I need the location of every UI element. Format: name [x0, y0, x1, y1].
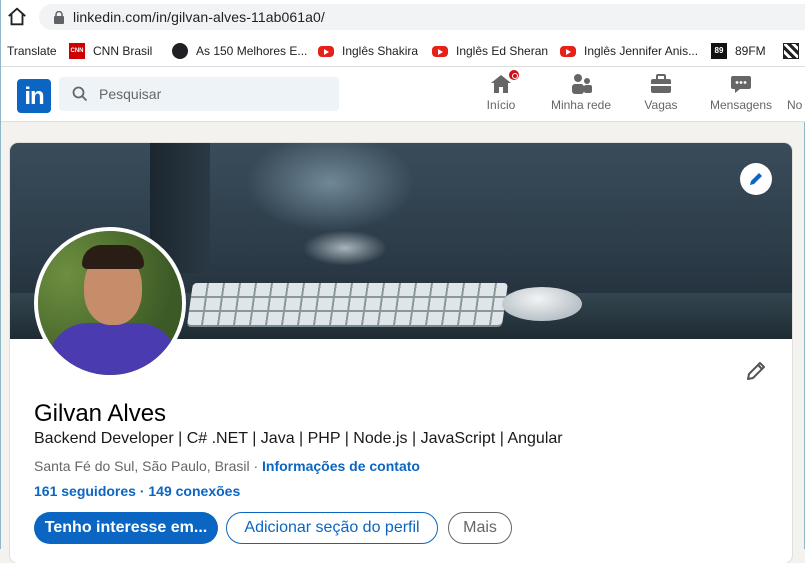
- home-icon: [489, 68, 521, 96]
- edit-profile-pencil-icon[interactable]: [744, 359, 768, 383]
- nav-messaging[interactable]: Mensagens: [709, 72, 773, 118]
- bookmark-label: Translate: [7, 44, 57, 58]
- search-box: [59, 77, 339, 111]
- nav-notifications[interactable]: No: [787, 72, 805, 118]
- bookmark-favicon-icon: [783, 43, 799, 59]
- address-bar[interactable]: linkedin.com/in/gilvan-alves-11ab061a0/: [39, 4, 805, 30]
- bookmark-cnn-brasil[interactable]: CNN CNN Brasil: [69, 40, 152, 62]
- followers-link[interactable]: 161 seguidores: [34, 483, 136, 499]
- radio-icon: 89: [711, 43, 727, 59]
- linkedin-logo[interactable]: in: [17, 79, 51, 113]
- nav-my-network[interactable]: Minha rede: [549, 72, 613, 118]
- youtube-icon: [318, 45, 334, 57]
- notification-badge: [507, 68, 521, 82]
- bookmark-translate[interactable]: Translate: [7, 40, 57, 62]
- search-icon: [72, 86, 88, 102]
- bookmark-ingles-shakira[interactable]: Inglês Shakira: [318, 40, 418, 62]
- bookmark-label: Inglês Jennifer Anis...: [584, 44, 699, 58]
- url-text: linkedin.com/in/gilvan-alves-11ab061a0/: [73, 9, 325, 25]
- more-button[interactable]: Mais: [448, 512, 512, 544]
- nav-label: Mensagens: [709, 98, 773, 112]
- profile-card: Gilvan Alves Backend Developer | C# .NET…: [10, 143, 792, 563]
- profile-name: Gilvan Alves: [34, 400, 167, 427]
- bookmark-label: Inglês Ed Sheran: [456, 44, 549, 58]
- profile-location: Santa Fé do Sul, São Paulo, Brasil: [34, 458, 250, 474]
- contact-info-link[interactable]: Informações de contato: [262, 458, 420, 474]
- stats-separator: ·: [135, 483, 149, 499]
- banner-mouse: [502, 287, 582, 321]
- cnn-icon: CNN: [69, 43, 85, 59]
- profile-photo[interactable]: [34, 227, 186, 379]
- bookmarks-bar: Translate CNN CNN Brasil As 150 Melhores…: [1, 36, 805, 67]
- bookmark-ingles-jennifer[interactable]: Inglês Jennifer Anis...: [560, 40, 698, 62]
- edit-banner-button[interactable]: [740, 163, 772, 195]
- bookmark-89fm[interactable]: 89 89FM: [711, 40, 766, 62]
- nav-jobs[interactable]: Vagas: [641, 72, 681, 118]
- home-icon[interactable]: [6, 6, 28, 28]
- profile-headline: Backend Developer | C# .NET | Java | PHP…: [34, 430, 563, 447]
- nav-label: Vagas: [644, 98, 678, 112]
- nav-home[interactable]: Início: [481, 68, 521, 118]
- banner-keyboard: [187, 283, 508, 325]
- youtube-icon: [560, 45, 576, 57]
- notifications-icon: [787, 72, 805, 96]
- profile-stats: 161 seguidores · 149 conexões: [34, 483, 240, 499]
- bookmark-extra[interactable]: [783, 40, 805, 62]
- nav-label: No: [787, 98, 803, 112]
- nav-label: Início: [486, 98, 516, 112]
- globe-icon: [172, 43, 188, 59]
- messaging-icon: [729, 72, 753, 96]
- open-to-button[interactable]: Tenho interesse em...: [34, 512, 218, 544]
- lock-icon: [54, 11, 64, 24]
- bookmark-150-melhores[interactable]: As 150 Melhores E...: [172, 40, 307, 62]
- browser-address-row: linkedin.com/in/gilvan-alves-11ab061a0/: [1, 0, 805, 36]
- connections-link[interactable]: 149 conexões: [148, 483, 240, 499]
- bookmark-label: Inglês Shakira: [342, 44, 419, 58]
- add-profile-section-button[interactable]: Adicionar seção do perfil: [226, 512, 438, 544]
- profile-location-row: Santa Fé do Sul, São Paulo, Brasil · Inf…: [34, 458, 420, 474]
- photo-hair: [82, 245, 144, 269]
- youtube-icon: [432, 45, 448, 57]
- bookmark-label: 89FM: [735, 44, 766, 58]
- bookmark-ingles-ed-sheran[interactable]: Inglês Ed Sheran: [432, 40, 548, 62]
- search-input[interactable]: [99, 77, 329, 111]
- network-icon: [569, 72, 593, 96]
- linkedin-navbar: in Início Minha rede Vagas: [1, 67, 805, 122]
- photo-shirt: [48, 323, 178, 375]
- bookmark-label: As 150 Melhores E...: [196, 44, 308, 58]
- briefcase-icon: [649, 72, 673, 96]
- location-separator: ·: [249, 458, 263, 474]
- pencil-icon: [750, 173, 762, 185]
- bookmark-label: CNN Brasil: [93, 44, 153, 58]
- nav-label: Minha rede: [550, 98, 612, 112]
